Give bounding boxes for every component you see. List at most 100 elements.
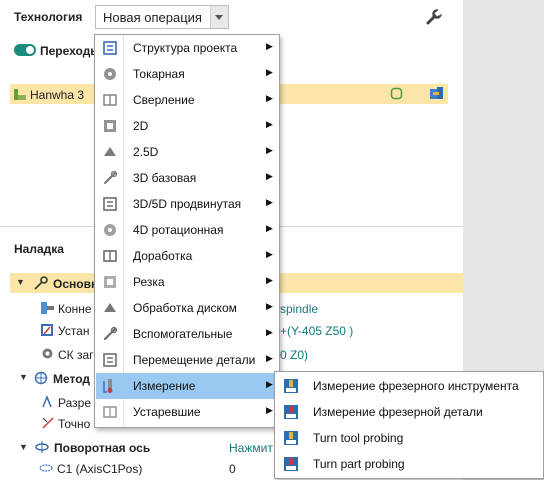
menu-item-label: 2.5D [133,145,159,159]
chevron-right-icon: ▶ [266,275,273,285]
menu-item-label: Вспомогательные [133,327,233,341]
submenu-item[interactable]: Turn part probing [276,451,542,477]
setup-row-value[interactable]: 0 Z0) [280,348,308,362]
resolution-icon [42,395,52,408]
chevron-right-icon: ▶ [266,353,273,363]
chevron-right-icon: ▶ [266,249,273,259]
rotary-axis-value[interactable]: Нажмит [229,441,273,455]
4d-rotary-icon [102,222,118,238]
menu-item-label: Токарная [133,67,185,81]
submenu-item[interactable]: Измерение фрезерного инструмента [276,373,542,399]
menu-item[interactable]: 3D базовая ▶ [96,165,278,191]
submenu-item[interactable]: Turn tool probing [276,425,542,451]
menu-item[interactable]: Обработка диском ▶ [96,295,278,321]
setup-row-label: Конне [58,302,92,316]
transitions-label: Переходы [40,44,101,58]
chevron-down-icon[interactable] [210,6,228,28]
workpiece-icon[interactable] [390,87,403,100]
menu-item-label: Устаревшие [133,405,201,419]
menu-item-label: 3D базовая [133,171,197,185]
menu-item-label: Измерение [133,379,196,393]
operation-select[interactable]: Новая операция [95,5,229,29]
setup-row-value[interactable]: spindle [280,302,318,316]
chevron-right-icon: ▶ [266,145,273,155]
turn-part-probe-icon [283,456,299,472]
chevron-down-icon[interactable]: ▼ [16,277,25,287]
chevron-right-icon: ▶ [266,119,273,129]
chevron-right-icon: ▶ [266,171,273,181]
menu-item-label: 2D [133,119,149,133]
2d-icon [102,118,118,134]
main-group-label: Основн [53,277,99,291]
precision-icon [42,417,54,429]
submenu-item-label: Измерение фрезерной детали [313,405,483,419]
menu-item[interactable]: Сверление ▶ [96,87,278,113]
menu-item[interactable]: 2D ▶ [96,113,278,139]
submenu-item-label: Измерение фрезерного инструмента [313,379,519,393]
measurement-icon [102,378,118,394]
method-row-label: Точно [58,417,91,431]
submenu-item-label: Turn part probing [313,457,405,471]
install-icon [41,324,53,336]
menu-item-label: Перемещение детали [133,353,256,367]
method-icon [34,371,48,385]
part-transfer-icon [102,352,118,368]
menu-item[interactable]: Устаревшие ▶ [96,399,278,425]
menu-item[interactable]: Вспомогательные ▶ [96,321,278,347]
chevron-right-icon: ▶ [266,327,273,337]
coordinate-system-icon [42,348,53,359]
rotary-axis-icon [35,441,49,453]
new-operation-menu: Структура проекта ▶ Токарная ▶ Сверление ▶ 2D ▶… [94,34,280,428]
chevron-down-icon[interactable]: ▼ [19,372,28,382]
project-structure-icon [102,40,118,56]
chevron-right-icon: ▶ [266,93,273,103]
wrench-icon[interactable] [426,9,442,25]
auxiliary-icon [102,326,118,342]
connection-icon [41,302,54,314]
method-row-label: Разре [58,396,91,410]
3d-5d-advanced-icon [102,196,118,212]
mill-tool-probe-icon [283,378,299,394]
c1-value[interactable]: 0 [229,462,236,476]
2-5d-icon [102,144,118,160]
submenu-item[interactable]: Измерение фрезерной детали [276,399,542,425]
setup-view-icon[interactable] [429,86,444,101]
menu-item-label: Резка [133,275,165,289]
menu-item-label: 3D/5D продвинутая [133,197,242,211]
chevron-right-icon: ▶ [266,197,273,207]
rotary-axis-label: Поворотная ось [54,441,151,455]
chevron-right-icon: ▶ [266,41,273,51]
setup-title: Наладка [14,242,64,256]
turning-icon [102,66,118,82]
chevron-right-icon: ▶ [266,405,273,415]
setup-row-label: СК заг [58,348,94,362]
key-icon [34,276,48,290]
menu-item[interactable]: Доработка ▶ [96,243,278,269]
drilling-icon [102,92,118,108]
turn-tool-probe-icon [283,430,299,446]
deprecated-icon [102,404,118,420]
menu-item-label: Доработка [133,249,193,263]
menu-item[interactable]: 4D ротационная ▶ [96,217,278,243]
transitions-toggle[interactable] [14,44,36,56]
c1-label: C1 (AxisC1Pos) [57,462,143,476]
chevron-down-icon[interactable]: ▼ [19,442,28,452]
menu-item[interactable]: Резка ▶ [96,269,278,295]
technology-label: Технология [14,10,83,24]
setup-row-value[interactable]: +(Y-405 Z50 ) [280,324,353,338]
chevron-right-icon: ▶ [266,301,273,311]
chevron-right-icon: ▶ [266,379,273,389]
menu-item-label: Структура проекта [133,41,238,55]
menu-item-label: Обработка диском [133,301,237,315]
menu-item[interactable]: Структура проекта ▶ [96,35,278,61]
menu-item[interactable]: 3D/5D продвинутая ▶ [96,191,278,217]
c1-axis-icon [39,464,53,472]
measurement-submenu: Измерение фрезерного инструмента Измерени… [274,371,544,479]
menu-item[interactable]: Перемещение детали ▶ [96,347,278,373]
menu-item[interactable]: 2.5D ▶ [96,139,278,165]
disk-machining-icon [102,300,118,316]
setup-row-label: Устан [58,324,90,338]
menu-item[interactable]: Измерение ▶ [96,373,278,399]
rework-icon [102,248,118,264]
menu-item[interactable]: Токарная ▶ [96,61,278,87]
